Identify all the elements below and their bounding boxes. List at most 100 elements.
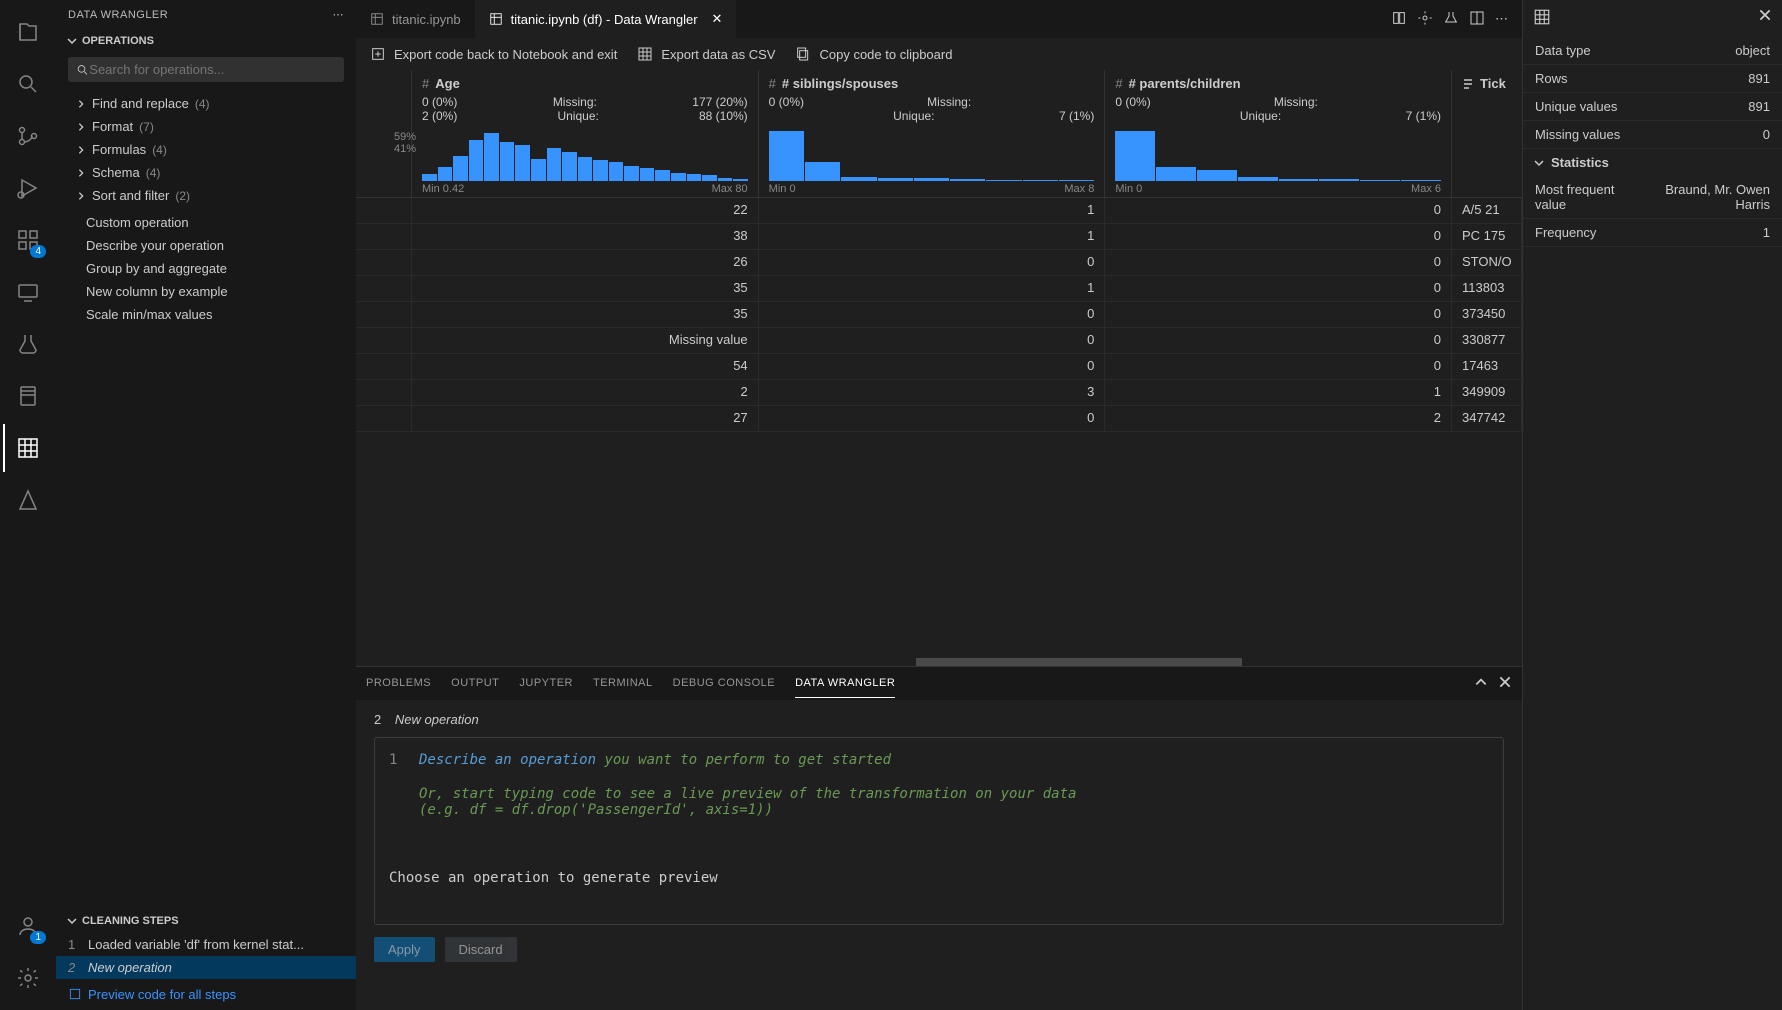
ext-badge: 4 <box>30 245 46 258</box>
chevron-right-icon <box>76 122 86 132</box>
table-row[interactable]: 3810PC 175 <box>356 224 1522 250</box>
cleaning-header[interactable]: CLEANING STEPS <box>56 909 356 933</box>
column-header[interactable]: #Age 0 (0%)Missing:177 (20%) 2 (0%)Uniqu… <box>412 70 759 197</box>
op-item[interactable]: Describe your operation <box>68 234 344 257</box>
wrangler-icon <box>489 12 503 26</box>
op-item[interactable]: New column by example <box>68 280 344 303</box>
preview-code-link[interactable]: Preview code for all steps <box>56 979 356 1010</box>
search-input[interactable] <box>89 62 336 77</box>
data-wrangler-icon[interactable] <box>3 424 51 472</box>
panel-body: 2 New operation 1Describe an operation y… <box>356 700 1522 1010</box>
explorer-icon[interactable] <box>4 8 52 56</box>
op-item[interactable]: Custom operation <box>68 211 344 234</box>
editor-tabs: titanic.ipynbtitanic.ipynb (df) - Data W… <box>356 0 1522 38</box>
more-icon[interactable]: ⋯ <box>1495 11 1508 27</box>
operations-header[interactable]: OPERATIONS <box>56 29 356 53</box>
sidebar-title: DATA WRANGLER <box>68 9 168 21</box>
chevron-right-icon <box>76 145 86 155</box>
table-row[interactable]: 3500373450 <box>356 302 1522 328</box>
panel-tab[interactable]: TERMINAL <box>593 669 653 698</box>
op-group[interactable]: Find and replace (4) <box>68 92 344 115</box>
split-icon[interactable] <box>1469 10 1485 29</box>
chevron-up-icon[interactable] <box>1474 675 1488 692</box>
copy-icon <box>795 46 811 62</box>
table-row[interactable]: Missing value00330877 <box>356 328 1522 354</box>
statistics-section[interactable]: Statistics <box>1523 149 1782 176</box>
editor-tab[interactable]: titanic.ipynb (df) - Data Wrangler✕ <box>475 0 737 38</box>
editor-tab[interactable]: titanic.ipynb <box>356 0 475 38</box>
chevron-right-icon <box>76 191 86 201</box>
close-icon[interactable] <box>1498 675 1512 692</box>
chevron-right-icon <box>76 168 86 178</box>
op-step-num: 2 <box>374 712 381 727</box>
h-scrollbar[interactable] <box>356 658 1522 666</box>
remote-icon[interactable] <box>4 268 52 316</box>
book-icon[interactable] <box>1391 10 1407 29</box>
chevron-down-icon <box>66 915 78 927</box>
gear-icon[interactable] <box>1417 10 1433 29</box>
chevron-down-icon <box>66 35 78 47</box>
activity-bar: 4 1 <box>0 0 56 1010</box>
op-item[interactable]: Scale min/max values <box>68 303 344 326</box>
extensions-icon[interactable]: 4 <box>4 216 52 264</box>
cleaning-step[interactable]: 2New operation <box>56 956 356 979</box>
search-icon[interactable] <box>4 60 52 108</box>
op-group[interactable]: Sort and filter (2) <box>68 184 344 207</box>
notebook-icon <box>370 12 384 26</box>
panel-tabs: PROBLEMS OUTPUT JUPYTER TERMINAL DEBUG CONSO… <box>356 666 1522 700</box>
table-row[interactable]: 2702347742 <box>356 406 1522 432</box>
data-grid: #Age 0 (0%)Missing:177 (20%) 2 (0%)Uniqu… <box>356 70 1522 666</box>
column-header[interactable]: ## siblings/spouses 0 (0%)Missing: Uniqu… <box>759 70 1106 197</box>
op-group[interactable]: Formulas (4) <box>68 138 344 161</box>
table-row[interactable]: 231349909 <box>356 380 1522 406</box>
debug-icon[interactable] <box>4 164 52 212</box>
discard-button[interactable]: Discard <box>445 937 517 962</box>
panel-tab[interactable]: PROBLEMS <box>366 669 431 698</box>
panel-tab[interactable]: JUPYTER <box>519 669 573 698</box>
table-row[interactable]: 2600STON/O <box>356 250 1522 276</box>
apply-button[interactable]: Apply <box>374 937 435 962</box>
export-icon <box>370 46 386 62</box>
acct-badge: 1 <box>30 931 46 944</box>
column-header[interactable]: Tick <box>1452 70 1522 197</box>
chevron-down-icon <box>1533 157 1545 169</box>
notebook-icon[interactable] <box>4 372 52 420</box>
panel-tab[interactable]: OUTPUT <box>451 669 499 698</box>
table-icon <box>637 46 653 62</box>
panel-tab[interactable]: DEBUG CONSOLE <box>673 669 775 698</box>
panel-tab[interactable]: DATA WRANGLER <box>795 669 895 698</box>
search-input-wrap[interactable] <box>68 57 344 82</box>
export-csv-button[interactable]: Export data as CSV <box>637 46 775 62</box>
table-row[interactable]: 2210A/5 21 <box>356 198 1522 224</box>
search-icon <box>76 63 89 77</box>
flask-icon[interactable] <box>1443 10 1459 29</box>
account-icon[interactable]: 1 <box>4 902 52 950</box>
settings-icon[interactable] <box>4 954 52 1002</box>
right-panel: Data typeobject Rows891 Unique values891… <box>1522 0 1782 1010</box>
export-notebook-button[interactable]: Export code back to Notebook and exit <box>370 46 617 62</box>
close-icon[interactable] <box>1758 8 1772 29</box>
code-editor[interactable]: 1Describe an operation you want to perfo… <box>374 737 1504 925</box>
close-icon[interactable]: ✕ <box>712 11 723 27</box>
chevron-right-icon <box>76 99 86 109</box>
azure-icon[interactable] <box>4 476 52 524</box>
wrangler-icon[interactable] <box>1533 8 1551 29</box>
cleaning-step[interactable]: 1Loaded variable 'df' from kernel stat..… <box>56 933 356 956</box>
sidebar: DATA WRANGLER ⋯ OPERATIONS Find and repl… <box>56 0 356 1010</box>
source-control-icon[interactable] <box>4 112 52 160</box>
op-group[interactable]: Schema (4) <box>68 161 344 184</box>
table-row[interactable]: 540017463 <box>356 354 1522 380</box>
column-header[interactable]: ## parents/children 0 (0%)Missing: Uniqu… <box>1105 70 1452 197</box>
testing-icon[interactable] <box>4 320 52 368</box>
preview-hint: Choose an operation to generate preview <box>389 870 1489 886</box>
main: titanic.ipynbtitanic.ipynb (df) - Data W… <box>356 0 1522 1010</box>
op-item[interactable]: Group by and aggregate <box>68 257 344 280</box>
code-icon <box>68 987 82 1001</box>
copy-clipboard-button[interactable]: Copy code to clipboard <box>795 46 952 62</box>
text-icon <box>1462 78 1474 90</box>
op-step-title: New operation <box>395 712 479 727</box>
table-row[interactable]: 3510113803 <box>356 276 1522 302</box>
more-icon[interactable]: ⋯ <box>333 8 345 21</box>
toolbar: Export code back to Notebook and exit Ex… <box>356 38 1522 70</box>
op-group[interactable]: Format (7) <box>68 115 344 138</box>
